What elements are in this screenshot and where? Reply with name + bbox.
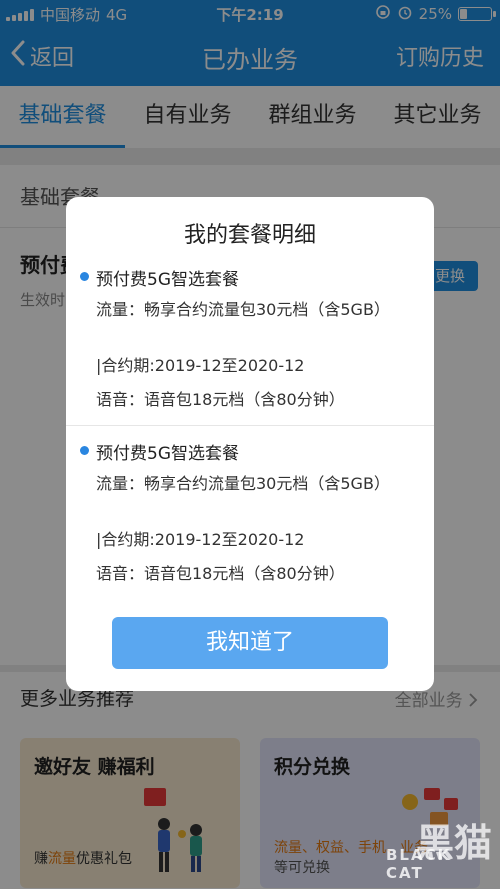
watermark-text: BLACK CAT xyxy=(386,846,452,882)
package-detail-dialog: 我的套餐明细 预付费5G智选套餐 流量：畅享合约流量包30元档（含5GB） |合… xyxy=(66,197,434,691)
dialog-title: 我的套餐明细 xyxy=(183,223,316,248)
bullet-dot-icon xyxy=(80,446,89,455)
plan-name: 预付费5G智选套餐 xyxy=(96,270,239,290)
plan-name: 预付费5G智选套餐 xyxy=(96,444,239,464)
plan-contract: |合约期:2019-12至2020-12 xyxy=(96,356,305,375)
watermark: 黑猫 BLACK CAT xyxy=(386,812,492,884)
acknowledge-button[interactable]: 我知道了 xyxy=(112,617,388,669)
plan-voice: 语音：语音包18元档（含80分钟） xyxy=(96,564,345,583)
plan-contract: |合约期:2019-12至2020-12 xyxy=(96,530,305,549)
plan-traffic: 流量：畅享合约流量包30元档（含5GB） xyxy=(96,300,390,319)
divider xyxy=(66,425,434,426)
plan-voice: 语音：语音包18元档（含80分钟） xyxy=(96,390,345,409)
bullet-dot-icon xyxy=(80,272,89,281)
plan-traffic: 流量：畅享合约流量包30元档（含5GB） xyxy=(96,474,390,493)
